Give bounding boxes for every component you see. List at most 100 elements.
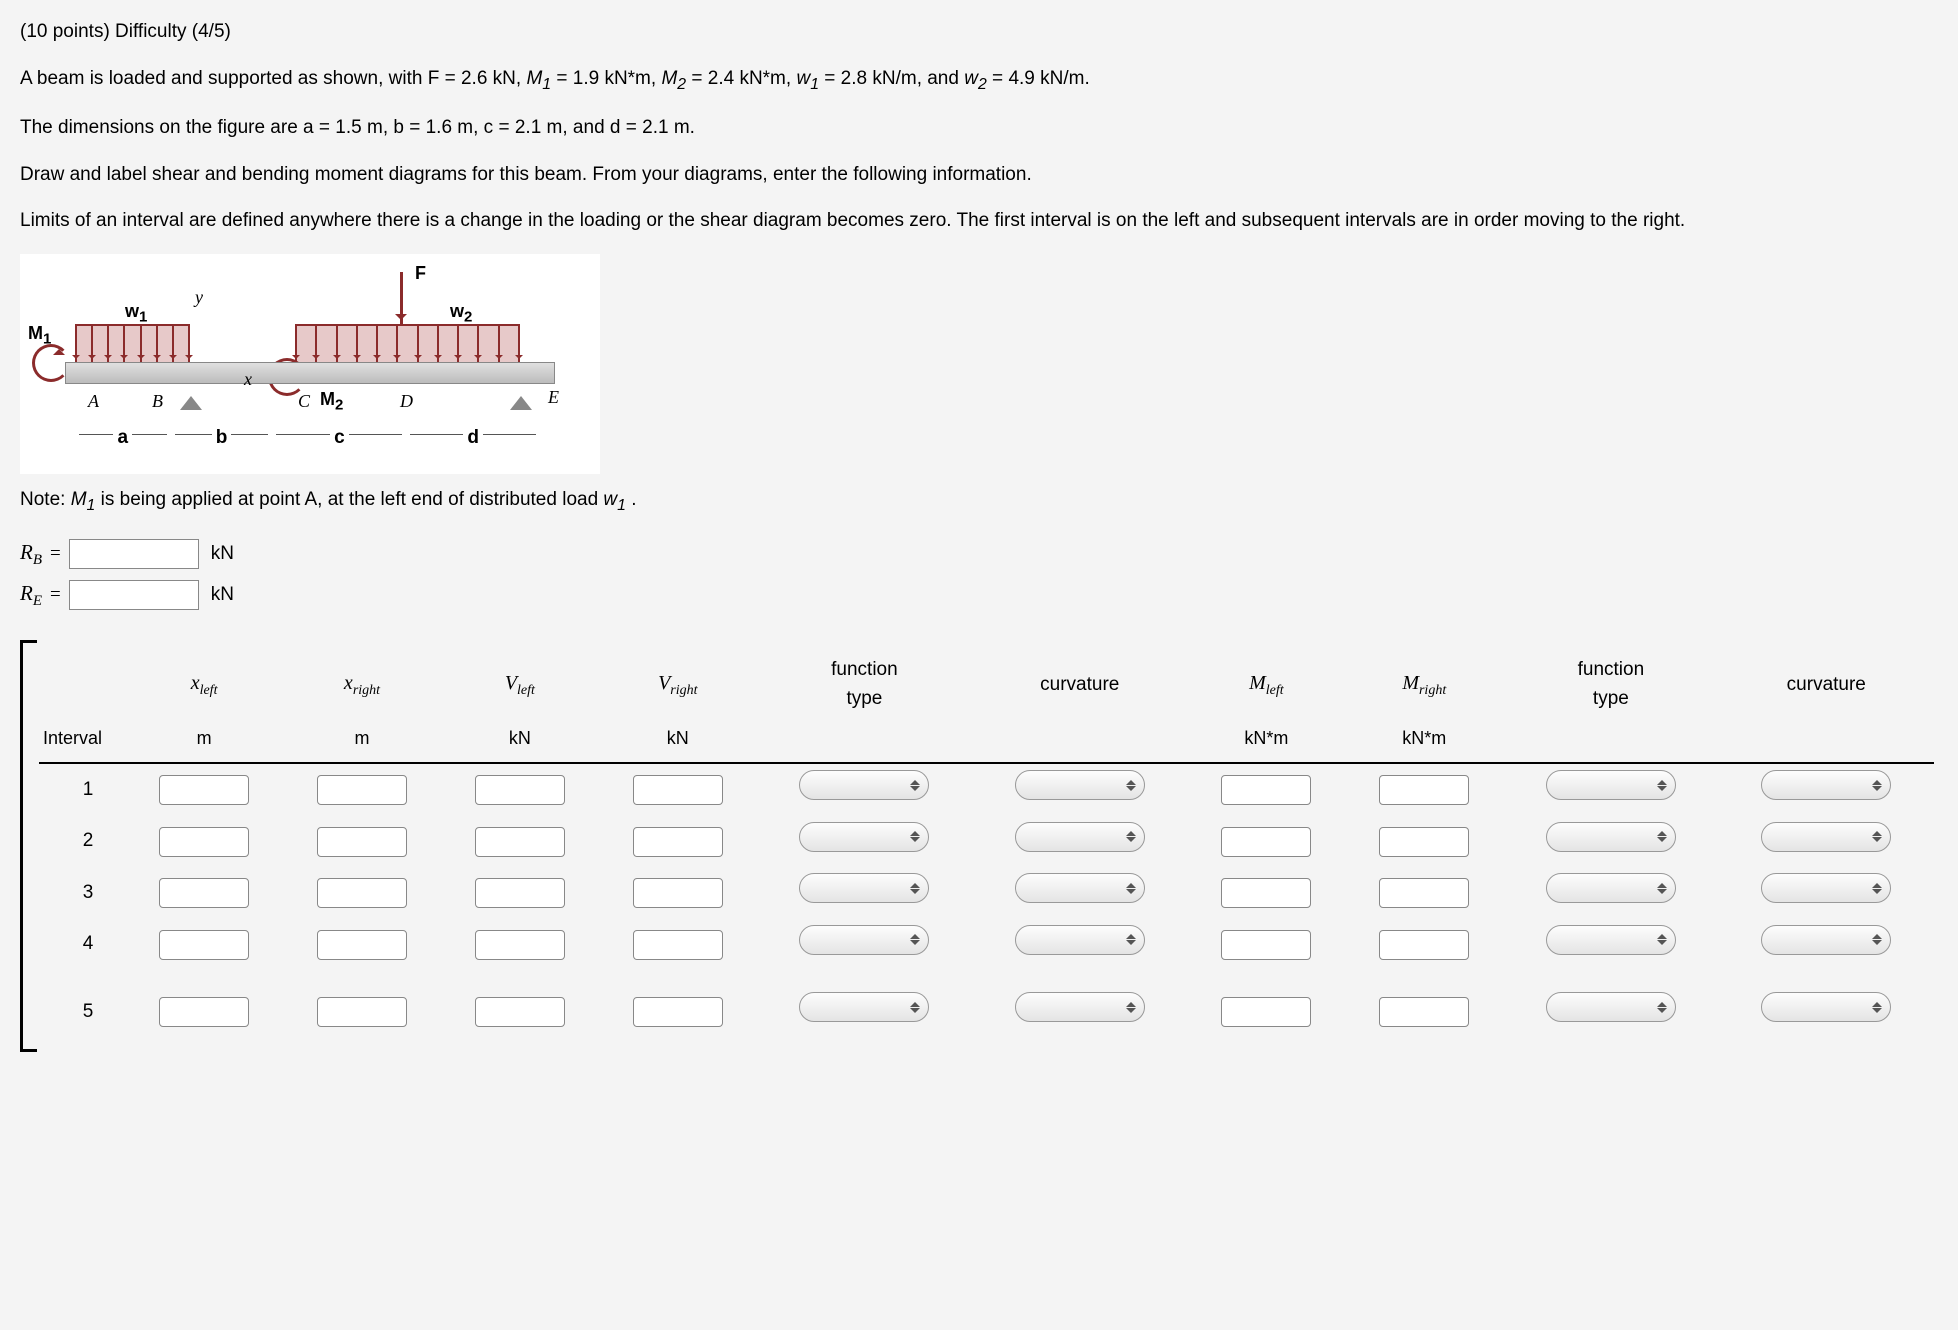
function-type-stepper[interactable] <box>1546 822 1676 852</box>
curvature-stepper[interactable] <box>1015 925 1145 955</box>
chevron-down-icon[interactable] <box>1872 889 1882 899</box>
function-type-stepper[interactable] <box>799 770 929 800</box>
input-RB[interactable] <box>69 539 199 569</box>
chevron-up-icon[interactable] <box>1657 929 1667 939</box>
chevron-up-icon[interactable] <box>910 826 920 836</box>
curvature-stepper[interactable] <box>1015 770 1145 800</box>
Mleft-input[interactable] <box>1221 878 1311 908</box>
chevron-down-icon[interactable] <box>1872 786 1882 796</box>
chevron-up-icon[interactable] <box>1126 775 1136 785</box>
chevron-up-icon[interactable] <box>1657 997 1667 1007</box>
curvature-stepper[interactable] <box>1761 992 1891 1022</box>
chevron-down-icon[interactable] <box>910 889 920 899</box>
interval-number: 4 <box>39 919 125 971</box>
Mleft-input[interactable] <box>1221 930 1311 960</box>
chevron-up-icon[interactable] <box>1657 878 1667 888</box>
chevron-up-icon[interactable] <box>1126 878 1136 888</box>
Mright-input[interactable] <box>1379 997 1469 1027</box>
chevron-up-icon[interactable] <box>1872 826 1882 836</box>
chevron-down-icon[interactable] <box>1657 1008 1667 1018</box>
function-type-stepper[interactable] <box>1546 992 1676 1022</box>
chevron-down-icon[interactable] <box>1126 786 1136 796</box>
chevron-up-icon[interactable] <box>910 929 920 939</box>
chevron-down-icon[interactable] <box>1657 889 1667 899</box>
function-type-stepper[interactable] <box>1546 770 1676 800</box>
chevron-up-icon[interactable] <box>1872 878 1882 888</box>
xright-input[interactable] <box>317 878 407 908</box>
chevron-up-icon[interactable] <box>1126 929 1136 939</box>
xright-input[interactable] <box>317 997 407 1027</box>
chevron-down-icon[interactable] <box>1657 786 1667 796</box>
function-type-stepper[interactable] <box>799 992 929 1022</box>
chevron-up-icon[interactable] <box>1126 826 1136 836</box>
Vright-input[interactable] <box>633 997 723 1027</box>
chevron-up-icon[interactable] <box>1657 775 1667 785</box>
Mright-input[interactable] <box>1379 930 1469 960</box>
chevron-up-icon[interactable] <box>910 997 920 1007</box>
chevron-down-icon[interactable] <box>1657 837 1667 847</box>
function-type-stepper[interactable] <box>1546 873 1676 903</box>
chevron-up-icon[interactable] <box>1872 929 1882 939</box>
unit-kN: kN <box>211 581 234 610</box>
curvature-stepper[interactable] <box>1015 822 1145 852</box>
chevron-down-icon[interactable] <box>910 1008 920 1018</box>
chevron-down-icon[interactable] <box>1126 889 1136 899</box>
table-row: 3 <box>39 867 1934 919</box>
Mleft-input[interactable] <box>1221 827 1311 857</box>
Vleft-input[interactable] <box>475 827 565 857</box>
function-type-stepper[interactable] <box>1546 925 1676 955</box>
Vleft-input[interactable] <box>475 878 565 908</box>
Mright-input[interactable] <box>1379 827 1469 857</box>
Mleft-input[interactable] <box>1221 997 1311 1027</box>
chevron-down-icon[interactable] <box>1872 837 1882 847</box>
xleft-input[interactable] <box>159 997 249 1027</box>
interval-matrix: xleft xright Vleft Vright functiontype c… <box>20 640 1938 1052</box>
chevron-down-icon[interactable] <box>1872 1008 1882 1018</box>
chevron-up-icon[interactable] <box>910 775 920 785</box>
chevron-down-icon[interactable] <box>1126 1008 1136 1018</box>
xleft-input[interactable] <box>159 827 249 857</box>
chevron-down-icon[interactable] <box>1126 837 1136 847</box>
chevron-up-icon[interactable] <box>1872 775 1882 785</box>
xleft-input[interactable] <box>159 930 249 960</box>
xleft-input[interactable] <box>159 775 249 805</box>
Mleft-input[interactable] <box>1221 775 1311 805</box>
distributed-load-w2 <box>295 324 520 362</box>
input-RE[interactable] <box>69 580 199 610</box>
curvature-stepper[interactable] <box>1761 925 1891 955</box>
Vright-input[interactable] <box>633 878 723 908</box>
xleft-input[interactable] <box>159 878 249 908</box>
chevron-up-icon[interactable] <box>1126 997 1136 1007</box>
function-type-stepper[interactable] <box>799 925 929 955</box>
curvature-stepper[interactable] <box>1015 873 1145 903</box>
function-type-stepper[interactable] <box>799 822 929 852</box>
chevron-down-icon[interactable] <box>1872 940 1882 950</box>
chevron-down-icon[interactable] <box>910 786 920 796</box>
chevron-down-icon[interactable] <box>1657 940 1667 950</box>
Mright-input[interactable] <box>1379 775 1469 805</box>
curvature-stepper[interactable] <box>1015 992 1145 1022</box>
chevron-up-icon[interactable] <box>1872 997 1882 1007</box>
curvature-stepper[interactable] <box>1761 770 1891 800</box>
function-type-stepper[interactable] <box>799 873 929 903</box>
hdr-Mleft: Mleft <box>1187 650 1345 719</box>
Vright-input[interactable] <box>633 827 723 857</box>
hdr-xleft: xleft <box>125 650 283 719</box>
Vleft-input[interactable] <box>475 930 565 960</box>
reaction-RE-row: RE = kN <box>20 578 1938 613</box>
xright-input[interactable] <box>317 775 407 805</box>
chevron-down-icon[interactable] <box>910 837 920 847</box>
Vright-input[interactable] <box>633 930 723 960</box>
xright-input[interactable] <box>317 930 407 960</box>
curvature-stepper[interactable] <box>1761 822 1891 852</box>
chevron-down-icon[interactable] <box>910 940 920 950</box>
chevron-up-icon[interactable] <box>1657 826 1667 836</box>
Mright-input[interactable] <box>1379 878 1469 908</box>
Vleft-input[interactable] <box>475 775 565 805</box>
curvature-stepper[interactable] <box>1761 873 1891 903</box>
chevron-down-icon[interactable] <box>1126 940 1136 950</box>
xright-input[interactable] <box>317 827 407 857</box>
Vright-input[interactable] <box>633 775 723 805</box>
Vleft-input[interactable] <box>475 997 565 1027</box>
chevron-up-icon[interactable] <box>910 878 920 888</box>
